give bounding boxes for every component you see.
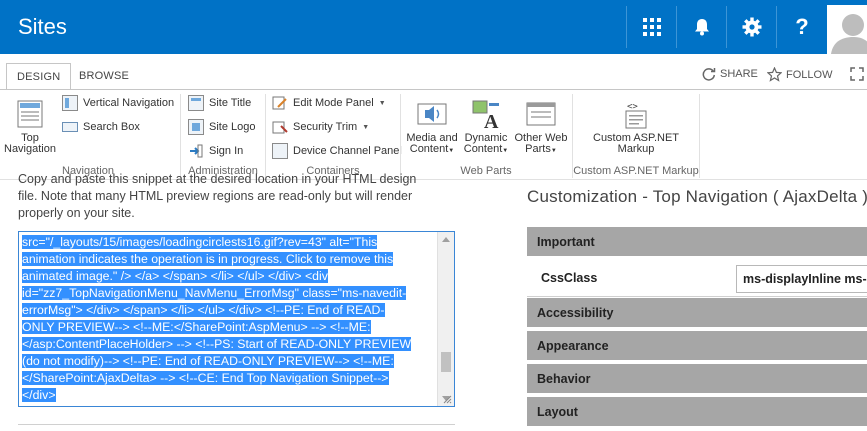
top-navigation-button[interactable]: Top Navigation: [2, 94, 58, 155]
svg-text:A: A: [484, 111, 499, 130]
section-behavior[interactable]: Behavior: [527, 364, 867, 395]
snippet-code-textarea[interactable]: src="/_layouts/15/images/loadingcirclest…: [18, 231, 455, 407]
site-title-label: Site Title: [209, 97, 252, 109]
ribbon: Top Navigation Vertical Navigation Searc…: [0, 89, 867, 180]
section-layout[interactable]: Layout: [527, 397, 867, 428]
security-trim-icon: [272, 119, 288, 135]
tab-design[interactable]: DESIGN: [6, 63, 72, 90]
section-important-label: Important: [537, 235, 595, 249]
share-label: SHARE: [720, 68, 758, 80]
chevron-down-icon: ▼: [378, 99, 386, 107]
scroll-up-arrow-icon[interactable]: [442, 237, 450, 242]
share-icon: [702, 68, 716, 81]
dynamic-label-line2: Content: [463, 143, 503, 155]
gear-icon[interactable]: [727, 0, 777, 54]
textarea-scrollbar[interactable]: [437, 232, 454, 406]
media-icon: [416, 98, 448, 130]
section-accessibility-label: Accessibility: [537, 306, 614, 320]
other-web-parts-button[interactable]: Other Web Parts▼: [512, 94, 570, 157]
other-web-parts-label-line2: Parts: [525, 143, 551, 155]
search-box-icon: [62, 122, 78, 132]
site-logo-button[interactable]: Site Logo: [188, 117, 255, 137]
section-layout-label: Layout: [537, 405, 578, 419]
code-line: animation indicates the operation is in …: [22, 252, 394, 266]
bell-icon[interactable]: [677, 0, 727, 54]
section-accessibility[interactable]: Accessibility: [527, 298, 867, 329]
site-logo-icon: [188, 119, 204, 135]
edit-mode-panel-label: Edit Mode Panel: [293, 97, 374, 109]
panel-title: Customization - Top Navigation ( AjaxDel…: [527, 187, 867, 206]
ribbon-tab-row: DESIGN BROWSE SHARE FOLLOW: [0, 54, 867, 90]
media-and-content-button[interactable]: Media and Content▼: [404, 94, 460, 157]
chevron-down-icon: ▼: [502, 148, 509, 154]
custom-markup-group-label: Custom ASP.NET Markup: [573, 165, 699, 177]
chevron-down-icon: ▼: [362, 123, 370, 131]
search-box-label: Search Box: [83, 121, 140, 133]
focus-icon[interactable]: [850, 67, 864, 81]
cssclass-label: CssClass: [541, 271, 598, 285]
device-channel-panel-icon: [272, 143, 288, 159]
code-line: </div>: [22, 388, 56, 402]
sign-in-icon: [188, 143, 204, 159]
web-part-icon: [525, 98, 557, 130]
section-appearance-label: Appearance: [537, 339, 609, 353]
dynamic-content-button[interactable]: A Dynamic Content▼: [462, 94, 510, 157]
vertical-navigation-icon: [62, 95, 78, 111]
code-line: errorMsg"> </div> </span> </li> </ul> </…: [22, 303, 385, 317]
scroll-thumb[interactable]: [441, 352, 451, 372]
site-title[interactable]: Sites: [18, 14, 67, 40]
dynamic-content-icon: A: [470, 98, 502, 133]
markup-icon: <>: [620, 98, 652, 130]
suite-bar: Sites ?: [0, 0, 867, 54]
top-navigation-icon: [14, 98, 46, 130]
snippet-code-text: src="/_layouts/15/images/loadingcirclest…: [22, 234, 434, 404]
share-button[interactable]: SHARE: [702, 67, 758, 81]
code-line: </asp:ContentPlaceHolder> --> <!--PS: St…: [22, 337, 412, 351]
media-label-line2: Content: [409, 143, 449, 155]
chevron-down-icon: ▼: [550, 148, 557, 154]
device-channel-panel-button[interactable]: Device Channel Panel: [272, 141, 402, 161]
cssclass-input[interactable]: ms-displayInline ms-core-navigation: [736, 265, 867, 293]
code-line: </SharePoint:AjaxDelta> --> <!--CE: End …: [22, 371, 389, 385]
sign-in-label: Sign In: [209, 145, 244, 157]
avatar[interactable]: [827, 5, 867, 54]
vertical-navigation-label: Vertical Navigation: [83, 97, 175, 109]
tab-browse[interactable]: BROWSE: [69, 63, 139, 90]
resize-grip-icon[interactable]: [442, 394, 452, 404]
chevron-down-icon: ▼: [448, 148, 455, 154]
section-appearance[interactable]: Appearance: [527, 331, 867, 362]
custom-aspnet-markup-button[interactable]: <> Custom ASP.NET Markup: [590, 94, 682, 155]
app-launcher-icon[interactable]: [627, 0, 677, 54]
code-line: animated image." /> </a> </span> </li> <…: [22, 269, 328, 283]
follow-button[interactable]: FOLLOW: [767, 67, 832, 82]
vertical-navigation-button[interactable]: Vertical Navigation: [62, 93, 174, 113]
snippet-instructions: Copy and paste this snippet at the desir…: [18, 172, 417, 220]
property-row-cssclass: CssClass ms-displayInline ms-core-naviga…: [527, 262, 867, 297]
security-trim-label: Security Trim: [293, 121, 358, 133]
code-line: (do not modify)--> <!--PE: End of READ-O…: [22, 354, 394, 368]
code-line: src="/_layouts/15/images/loadingcirclest…: [22, 235, 378, 249]
edit-mode-panel-button[interactable]: Edit Mode Panel ▼: [272, 93, 386, 113]
follow-label: FOLLOW: [786, 68, 833, 81]
divider: [18, 424, 455, 425]
site-title-icon: [188, 95, 204, 111]
help-icon[interactable]: ?: [777, 0, 827, 54]
device-channel-panel-label: Device Channel Panel: [293, 145, 402, 157]
custom-markup-label-line2: Markup: [617, 143, 655, 155]
section-important[interactable]: Important: [527, 227, 867, 258]
star-icon: [767, 67, 782, 82]
site-logo-label: Site Logo: [209, 121, 256, 133]
section-behavior-label: Behavior: [537, 372, 591, 386]
code-line: id="zz7_TopNavigationMenu_NavMenu_ErrorM…: [22, 286, 407, 300]
edit-mode-panel-icon: [272, 95, 288, 111]
security-trim-button[interactable]: Security Trim ▼: [272, 117, 369, 137]
search-box-button[interactable]: Search Box: [62, 117, 140, 137]
divider: [699, 94, 700, 178]
code-line: ONLY PREVIEW--> <!--ME:</SharePoint:AspM…: [22, 320, 371, 334]
top-navigation-label-line2: Navigation: [4, 143, 56, 155]
site-title-button[interactable]: Site Title: [188, 93, 251, 113]
sign-in-button[interactable]: Sign In: [188, 141, 243, 161]
